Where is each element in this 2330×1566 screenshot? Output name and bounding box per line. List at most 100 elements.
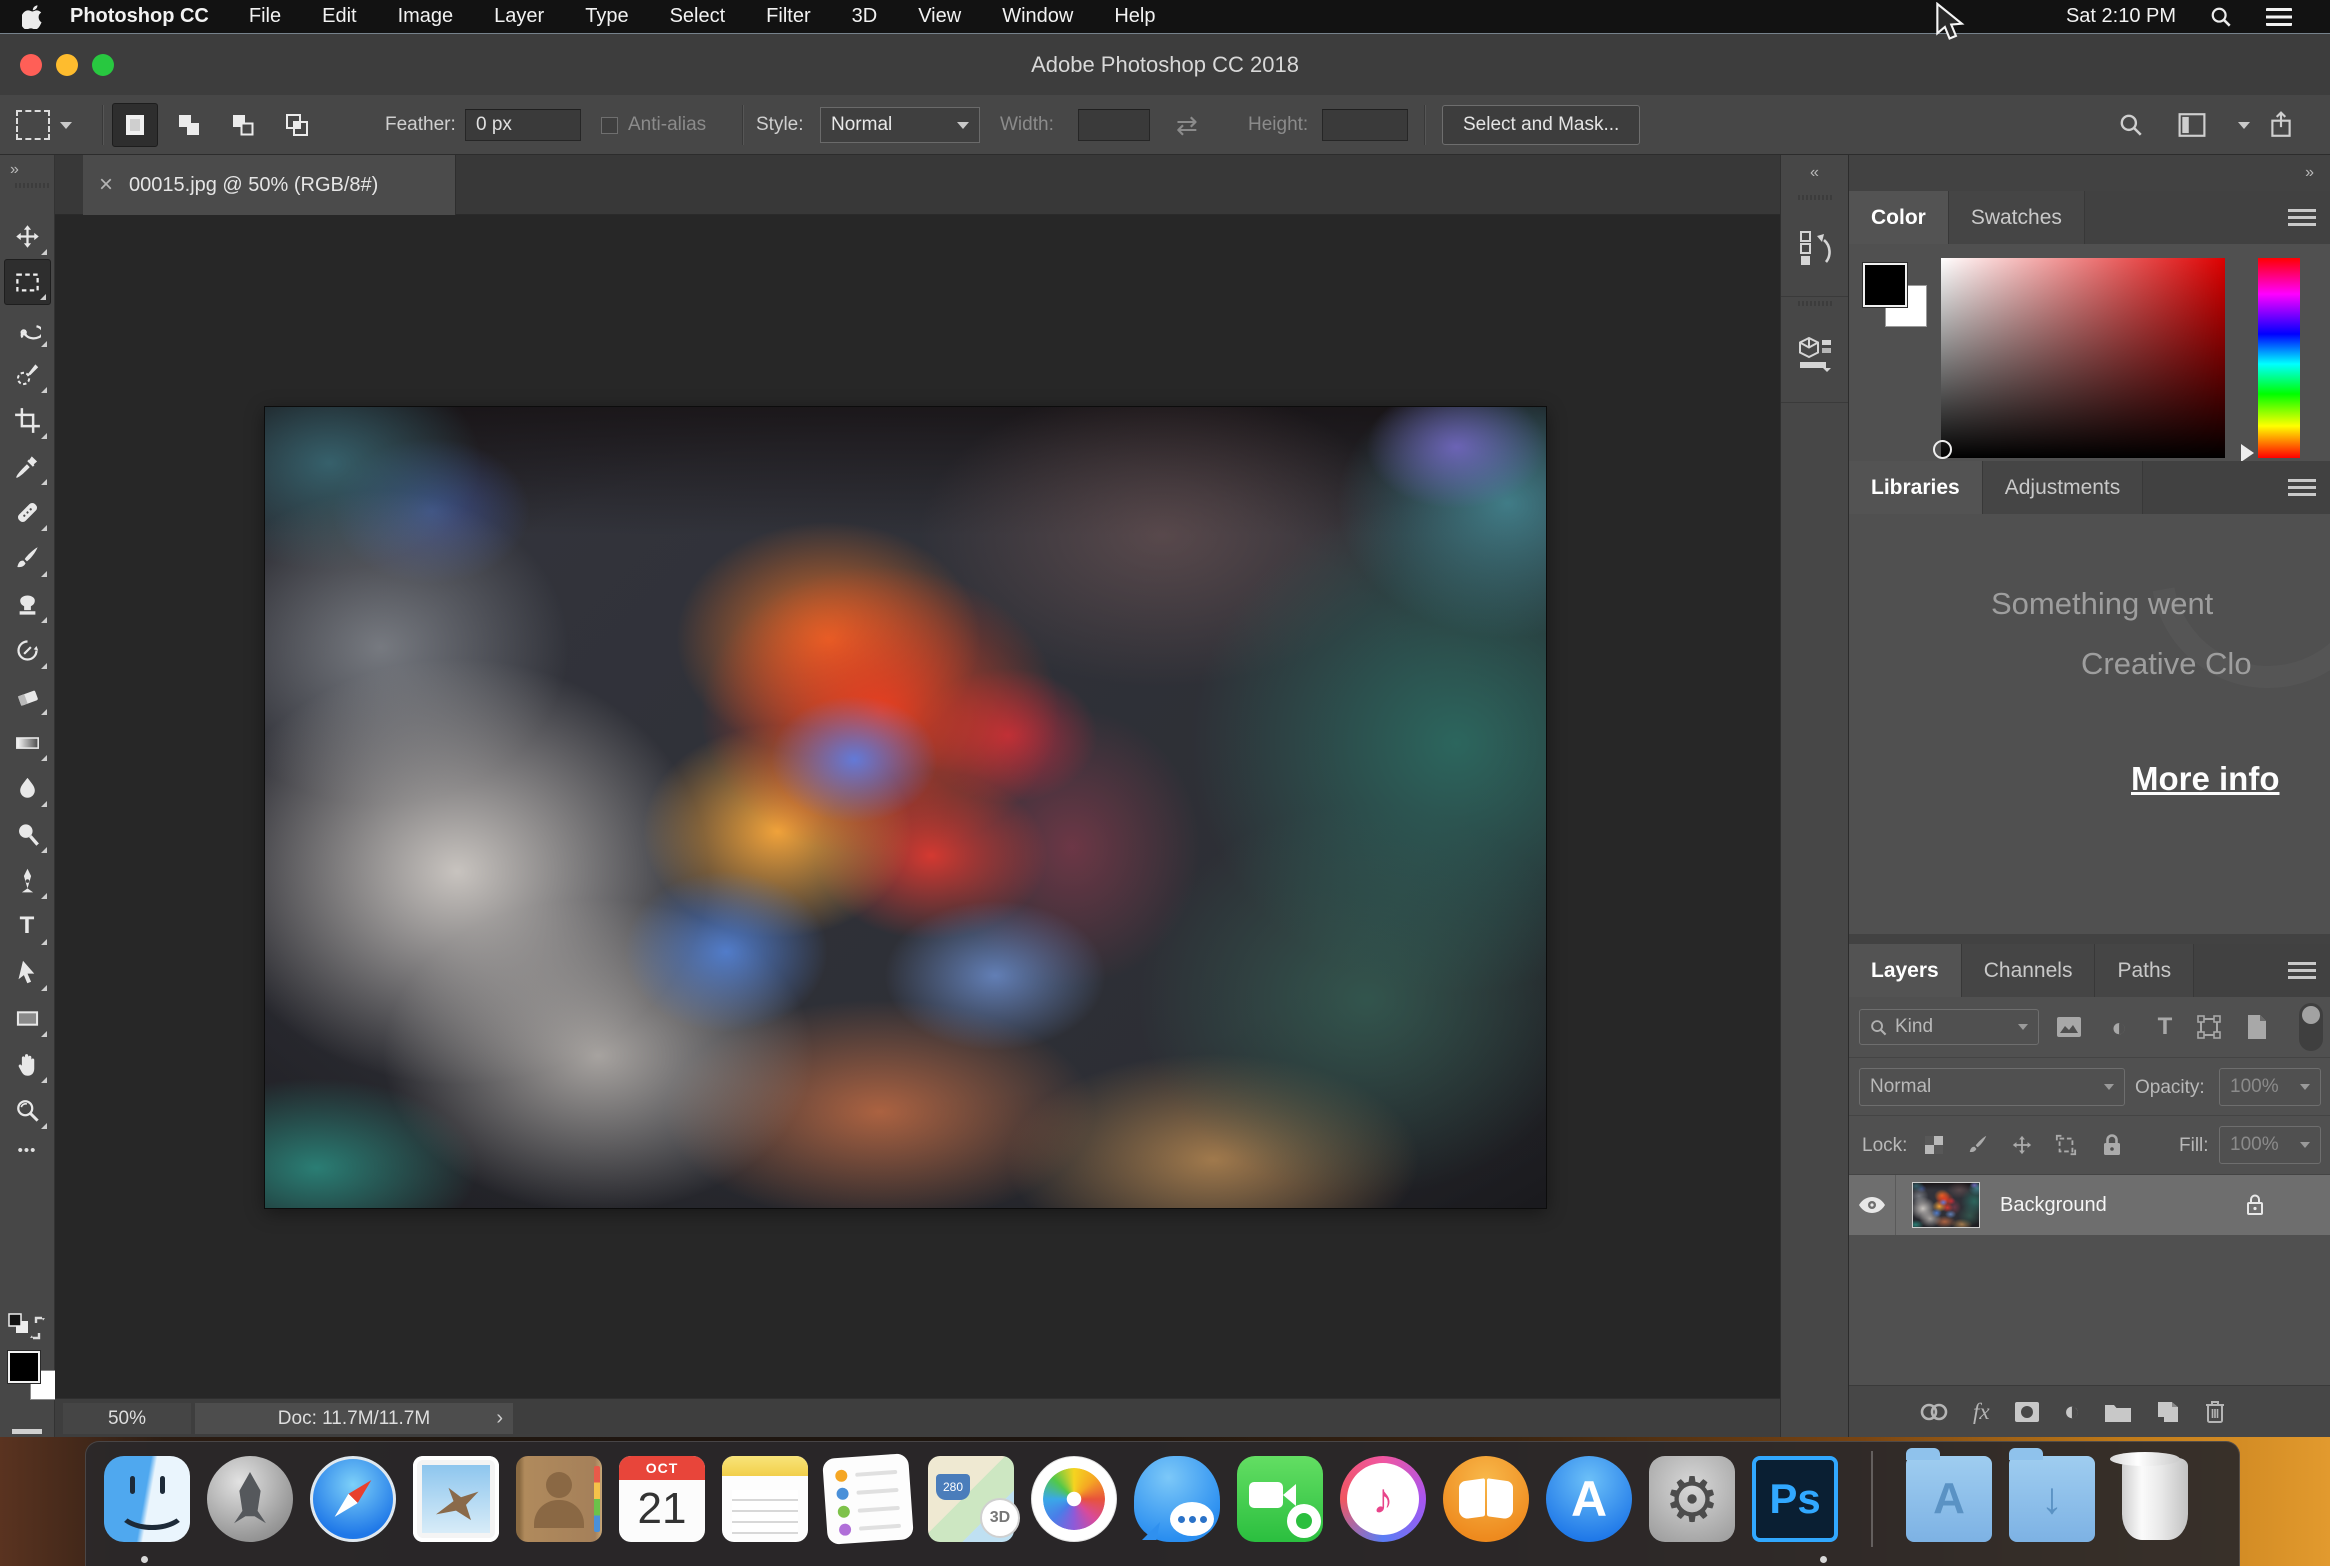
panels-collapse-button[interactable]: «: [1781, 155, 1848, 191]
dock-contacts-icon[interactable]: [516, 1456, 602, 1542]
panel-menu-icon[interactable]: [2288, 962, 2316, 979]
tab-adjustments[interactable]: Adjustments: [1982, 461, 2144, 514]
menu-filter[interactable]: Filter: [766, 5, 810, 28]
rectangular-marquee-tool[interactable]: [3, 259, 51, 305]
tool-preset[interactable]: [16, 95, 72, 155]
type-tool[interactable]: T: [4, 903, 51, 949]
lock-pixels-icon[interactable]: [1961, 1130, 1995, 1160]
layer-thumbnail[interactable]: [1912, 1182, 1980, 1228]
edit-toolbar-button[interactable]: •••: [4, 1133, 51, 1167]
tab-color[interactable]: Color: [1849, 191, 1949, 244]
delete-layer-icon[interactable]: [2204, 1400, 2226, 1424]
lock-transparency-icon[interactable]: [1917, 1130, 1951, 1160]
dock-messages-icon[interactable]: [1134, 1456, 1220, 1542]
dock-itunes-icon[interactable]: ♪: [1340, 1456, 1426, 1542]
share-icon[interactable]: [2268, 95, 2294, 155]
gradient-tool[interactable]: [4, 719, 51, 765]
status-chevron-icon[interactable]: ›: [496, 1407, 503, 1430]
swap-dimensions-icon[interactable]: ⇄: [1176, 95, 1198, 155]
menu-app-name[interactable]: Photoshop CC: [70, 5, 209, 28]
link-layers-icon[interactable]: [1919, 1402, 1949, 1422]
lock-all-icon[interactable]: [2095, 1130, 2129, 1160]
layer-style-icon[interactable]: fx: [1973, 1399, 1990, 1425]
history-panel-icon[interactable]: [1781, 200, 1849, 297]
path-selection-tool[interactable]: [4, 949, 51, 995]
tab-layers[interactable]: Layers: [1849, 944, 1962, 997]
foreground-background-colors[interactable]: [7, 1350, 60, 1411]
tab-libraries[interactable]: Libraries: [1849, 461, 1983, 514]
search-icon[interactable]: [2118, 95, 2144, 155]
dock-calendar-icon[interactable]: OCT 21: [619, 1456, 705, 1542]
zoom-window-button[interactable]: [92, 53, 114, 76]
select-and-mask-button[interactable]: Select and Mask...: [1442, 105, 1641, 145]
layer-filtering-toggle[interactable]: [2299, 1003, 2323, 1051]
dock-downloads-folder-icon[interactable]: ↓: [2009, 1448, 2095, 1542]
dock-trash-icon[interactable]: [2112, 1456, 2198, 1542]
workspace-switcher-icon[interactable]: [2178, 95, 2206, 155]
rectangle-shape-tool[interactable]: [4, 995, 51, 1041]
panel-menu-icon[interactable]: [2288, 479, 2316, 496]
dock-maps-icon[interactable]: 280 3D: [928, 1456, 1020, 1542]
dodge-tool[interactable]: [4, 811, 51, 857]
feather-input[interactable]: 0 px: [465, 109, 581, 141]
menu-select[interactable]: Select: [670, 5, 726, 28]
height-input[interactable]: [1322, 109, 1408, 141]
default-colors-icon[interactable]: [6, 1313, 49, 1347]
quick-selection-tool[interactable]: [4, 351, 51, 397]
menu-help[interactable]: Help: [1114, 5, 1155, 28]
dock-applications-folder-icon[interactable]: A: [1906, 1448, 1992, 1542]
new-adjustment-layer-icon[interactable]: ◐: [2064, 1396, 2080, 1427]
document-tab[interactable]: × 00015.jpg @ 50% (RGB/8#): [83, 155, 456, 215]
dock-photos-icon[interactable]: [1031, 1456, 1117, 1542]
dock-reminders-icon[interactable]: [822, 1453, 914, 1545]
more-info-link[interactable]: More info: [2131, 760, 2279, 798]
close-window-button[interactable]: [20, 53, 42, 76]
history-brush-tool[interactable]: [4, 627, 51, 673]
spot-healing-brush-tool[interactable]: [4, 489, 51, 535]
dock-ibooks-icon[interactable]: [1443, 1456, 1529, 1542]
new-group-icon[interactable]: [2104, 1401, 2132, 1423]
color-picker-indicator[interactable]: [1933, 440, 1952, 459]
menu-layer[interactable]: Layer: [494, 5, 544, 28]
add-to-selection-button[interactable]: [166, 103, 212, 147]
menu-edit[interactable]: Edit: [322, 5, 356, 28]
foreground-color-swatch[interactable]: [1862, 262, 1908, 308]
filter-adjustment-layers-icon[interactable]: ◐: [2101, 1011, 2137, 1043]
menubar-clock[interactable]: Sat 2:10 PM: [2066, 5, 2176, 28]
dock-system-preferences-icon[interactable]: ⚙: [1649, 1456, 1735, 1542]
menu-file[interactable]: File: [249, 5, 281, 28]
lock-artboard-icon[interactable]: [2049, 1130, 2083, 1160]
dock-mail-icon[interactable]: [413, 1456, 499, 1542]
filter-shape-layers-icon[interactable]: [2191, 1011, 2227, 1043]
menu-view[interactable]: View: [918, 5, 961, 28]
dock-photoshop-icon[interactable]: Ps: [1752, 1456, 1838, 1542]
blur-tool[interactable]: [4, 765, 51, 811]
new-selection-button[interactable]: [112, 103, 158, 147]
filter-type-layers-icon[interactable]: T: [2147, 1011, 2183, 1043]
style-select[interactable]: Normal: [820, 107, 980, 143]
layer-visibility-toggle[interactable]: [1849, 1175, 1896, 1235]
dock-notes-icon[interactable]: [722, 1456, 808, 1542]
dock-facetime-icon[interactable]: [1237, 1456, 1323, 1542]
eraser-tool[interactable]: [4, 673, 51, 719]
crop-tool[interactable]: [4, 397, 51, 443]
add-layer-mask-icon[interactable]: [2014, 1401, 2040, 1423]
panel-menu-icon[interactable]: [2288, 209, 2316, 226]
fill-select[interactable]: 100%: [2219, 1126, 2321, 1164]
lock-position-icon[interactable]: [2005, 1130, 2039, 1160]
layer-filter-select[interactable]: Kind: [1859, 1009, 2039, 1045]
tab-paths[interactable]: Paths: [2095, 944, 2195, 997]
spotlight-search-icon[interactable]: [2210, 6, 2232, 28]
intersect-selection-button[interactable]: [274, 103, 320, 147]
anti-alias-checkbox[interactable]: [601, 95, 618, 155]
menu-image[interactable]: Image: [398, 5, 454, 28]
zoom-level-field[interactable]: 50%: [63, 1403, 191, 1434]
document-info[interactable]: Doc: 11.7M/11.7M ›: [195, 1403, 513, 1434]
apple-menu-icon[interactable]: [22, 4, 42, 29]
dock-app-store-icon[interactable]: A: [1546, 1456, 1632, 1542]
dock-finder-icon[interactable]: [104, 1456, 190, 1542]
layer-name[interactable]: Background: [2000, 1194, 2107, 1217]
close-tab-icon[interactable]: ×: [99, 171, 113, 199]
canvas-area[interactable]: [55, 215, 1780, 1398]
hand-tool[interactable]: [4, 1041, 51, 1087]
